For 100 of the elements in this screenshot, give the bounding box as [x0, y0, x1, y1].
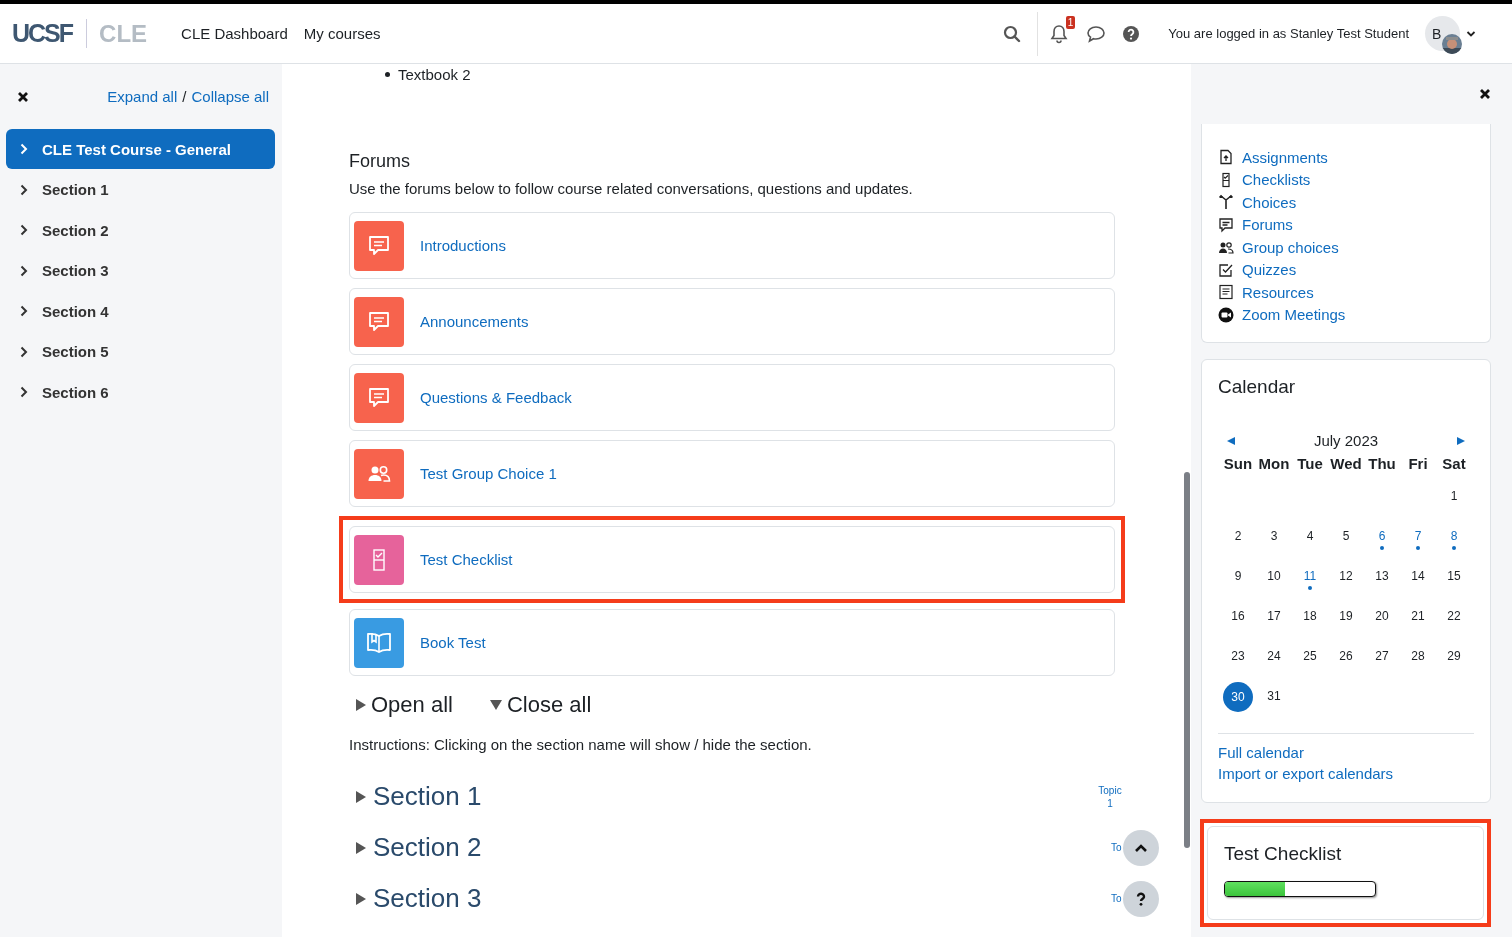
- document-icon: [1218, 149, 1234, 166]
- signpost-icon: [1218, 194, 1234, 211]
- close-all-link[interactable]: Close all: [482, 692, 592, 718]
- scrollbar-thumb[interactable]: [1184, 472, 1190, 848]
- calendar-day[interactable]: 20: [1375, 609, 1389, 623]
- close-icon[interactable]: [1479, 88, 1491, 100]
- calendar-day[interactable]: 8: [1450, 529, 1458, 543]
- weekday-label: Sun: [1222, 455, 1254, 474]
- course-index-item[interactable]: Section 2: [6, 210, 275, 250]
- calendar-day[interactable]: 6: [1378, 529, 1386, 543]
- calendar-day[interactable]: 23: [1231, 649, 1245, 663]
- calendar-day[interactable]: 1: [1450, 489, 1458, 503]
- close-icon[interactable]: [17, 90, 29, 103]
- chevron-up-icon: [1134, 842, 1148, 853]
- course-index-item[interactable]: Section 5: [6, 331, 275, 372]
- scroll-to-top-button[interactable]: [1123, 829, 1159, 866]
- course-index-item[interactable]: Section 6: [6, 372, 275, 412]
- user-avatar[interactable]: B: [1425, 16, 1460, 51]
- caret-icon[interactable]: [1466, 29, 1476, 38]
- calendar-day[interactable]: 22: [1447, 609, 1461, 623]
- chevron-icon: [20, 143, 28, 155]
- calendar-day[interactable]: 9: [1234, 569, 1242, 583]
- next-month-icon[interactable]: [1456, 435, 1466, 446]
- notification-badge: 1: [1065, 15, 1076, 29]
- help-icon[interactable]: [1122, 24, 1141, 43]
- calendar-day[interactable]: 14: [1411, 569, 1425, 583]
- calendar-link[interactable]: Import or export calendars: [1218, 765, 1474, 782]
- logo[interactable]: UCSF CLE: [12, 19, 148, 48]
- activity-type-link[interactable]: Group choices: [1242, 238, 1339, 256]
- activity-type-link[interactable]: Forums: [1242, 216, 1293, 234]
- calendar-day[interactable]: 13: [1375, 569, 1389, 583]
- calendar-day[interactable]: 15: [1447, 569, 1461, 583]
- course-index-item[interactable]: Section 3: [6, 250, 275, 291]
- calendar-day[interactable]: 5: [1342, 529, 1350, 543]
- calendar-day[interactable]: 18: [1303, 609, 1317, 623]
- activity-type-link[interactable]: Choices: [1242, 193, 1297, 211]
- calendar-link[interactable]: Full calendar: [1218, 744, 1474, 761]
- activity-type-link[interactable]: Zoom Meetings: [1242, 306, 1346, 324]
- event-dot: [1380, 546, 1384, 550]
- calendar-day[interactable]: 28: [1411, 649, 1425, 663]
- chat-icon[interactable]: [1086, 24, 1107, 43]
- calendar-day[interactable]: 19: [1339, 609, 1353, 623]
- login-info: You are logged in as Stanley Test Student: [1168, 26, 1409, 41]
- activity-type-link[interactable]: Checklists: [1242, 171, 1311, 189]
- instructions-text: Instructions: Clicking on the section name will show / hide the section.: [349, 736, 813, 753]
- calendar-day[interactable]: 31: [1267, 689, 1281, 703]
- calendar-day[interactable]: 30: [1223, 682, 1253, 712]
- calendar-day[interactable]: 2: [1234, 529, 1242, 543]
- speech-bubble-icon: [1218, 216, 1234, 233]
- triangle-right-icon: [355, 891, 367, 906]
- calendar-day[interactable]: 24: [1267, 649, 1281, 663]
- previous-month-icon[interactable]: [1226, 435, 1236, 446]
- camera-icon: [1218, 306, 1234, 323]
- section-toggle[interactable]: Section 2: [349, 832, 482, 863]
- calendar-day[interactable]: 4: [1306, 529, 1314, 543]
- calendar-day[interactable]: 12: [1339, 569, 1353, 583]
- calendar-day[interactable]: 11: [1303, 569, 1317, 583]
- activity-link[interactable]: Test Group Choice 1: [420, 465, 557, 482]
- speech-bubble-icon: [354, 372, 404, 423]
- group-icon: [1218, 239, 1234, 256]
- topic-link[interactable]: 1: [1107, 796, 1113, 810]
- open-all-link[interactable]: Open all: [349, 692, 453, 718]
- collapse-all-link[interactable]: Collapse all: [191, 88, 269, 105]
- activity-link[interactable]: Book Test: [420, 634, 486, 651]
- course-index-item[interactable]: CLE Test Course - General: [6, 129, 275, 169]
- section-toggle[interactable]: Section 3: [349, 883, 482, 914]
- search-icon[interactable]: [1003, 24, 1022, 43]
- calendar-day[interactable]: 25: [1303, 649, 1317, 663]
- course-index-item[interactable]: Section 1: [6, 169, 275, 210]
- help-button[interactable]: [1123, 880, 1159, 917]
- activity-link[interactable]: Announcements: [420, 313, 529, 330]
- topic-link[interactable]: To: [1111, 892, 1122, 905]
- activity-type-link[interactable]: Resources: [1242, 283, 1314, 301]
- chevron-icon: [20, 305, 28, 317]
- course-index-item[interactable]: Section 4: [6, 291, 275, 331]
- activity-link[interactable]: Introductions: [420, 237, 506, 254]
- calendar-day[interactable]: 7: [1414, 529, 1422, 543]
- activity-type-link[interactable]: Quizzes: [1242, 261, 1297, 279]
- calendar-day[interactable]: 17: [1267, 609, 1281, 623]
- triangle-right-icon: [355, 698, 367, 712]
- calendar-day[interactable]: 10: [1267, 569, 1281, 583]
- calendar-day[interactable]: 3: [1270, 529, 1278, 543]
- activity-link[interactable]: Questions & Feedback: [420, 389, 572, 406]
- nav-link[interactable]: CLE Dashboard: [181, 25, 288, 42]
- calendar-day[interactable]: 27: [1375, 649, 1389, 663]
- bell-icon[interactable]: [1050, 23, 1069, 44]
- calendar-day[interactable]: 26: [1339, 649, 1353, 663]
- calendar-day[interactable]: 21: [1411, 609, 1425, 623]
- expand-all-link[interactable]: Expand all: [107, 88, 178, 105]
- nav-link[interactable]: My courses: [303, 25, 381, 42]
- calendar-day[interactable]: 16: [1231, 609, 1245, 623]
- event-dot: [1416, 546, 1420, 550]
- activity-type-link[interactable]: Assignments: [1242, 148, 1328, 166]
- topic-link[interactable]: Topic: [1098, 783, 1122, 797]
- speech-bubble-icon: [354, 220, 404, 271]
- topic-link[interactable]: To: [1111, 841, 1122, 854]
- activity-link[interactable]: Test Checklist: [420, 551, 513, 568]
- triangle-right-icon: [355, 789, 367, 804]
- section-toggle[interactable]: Section 1: [349, 781, 482, 812]
- calendar-day[interactable]: 29: [1447, 649, 1461, 663]
